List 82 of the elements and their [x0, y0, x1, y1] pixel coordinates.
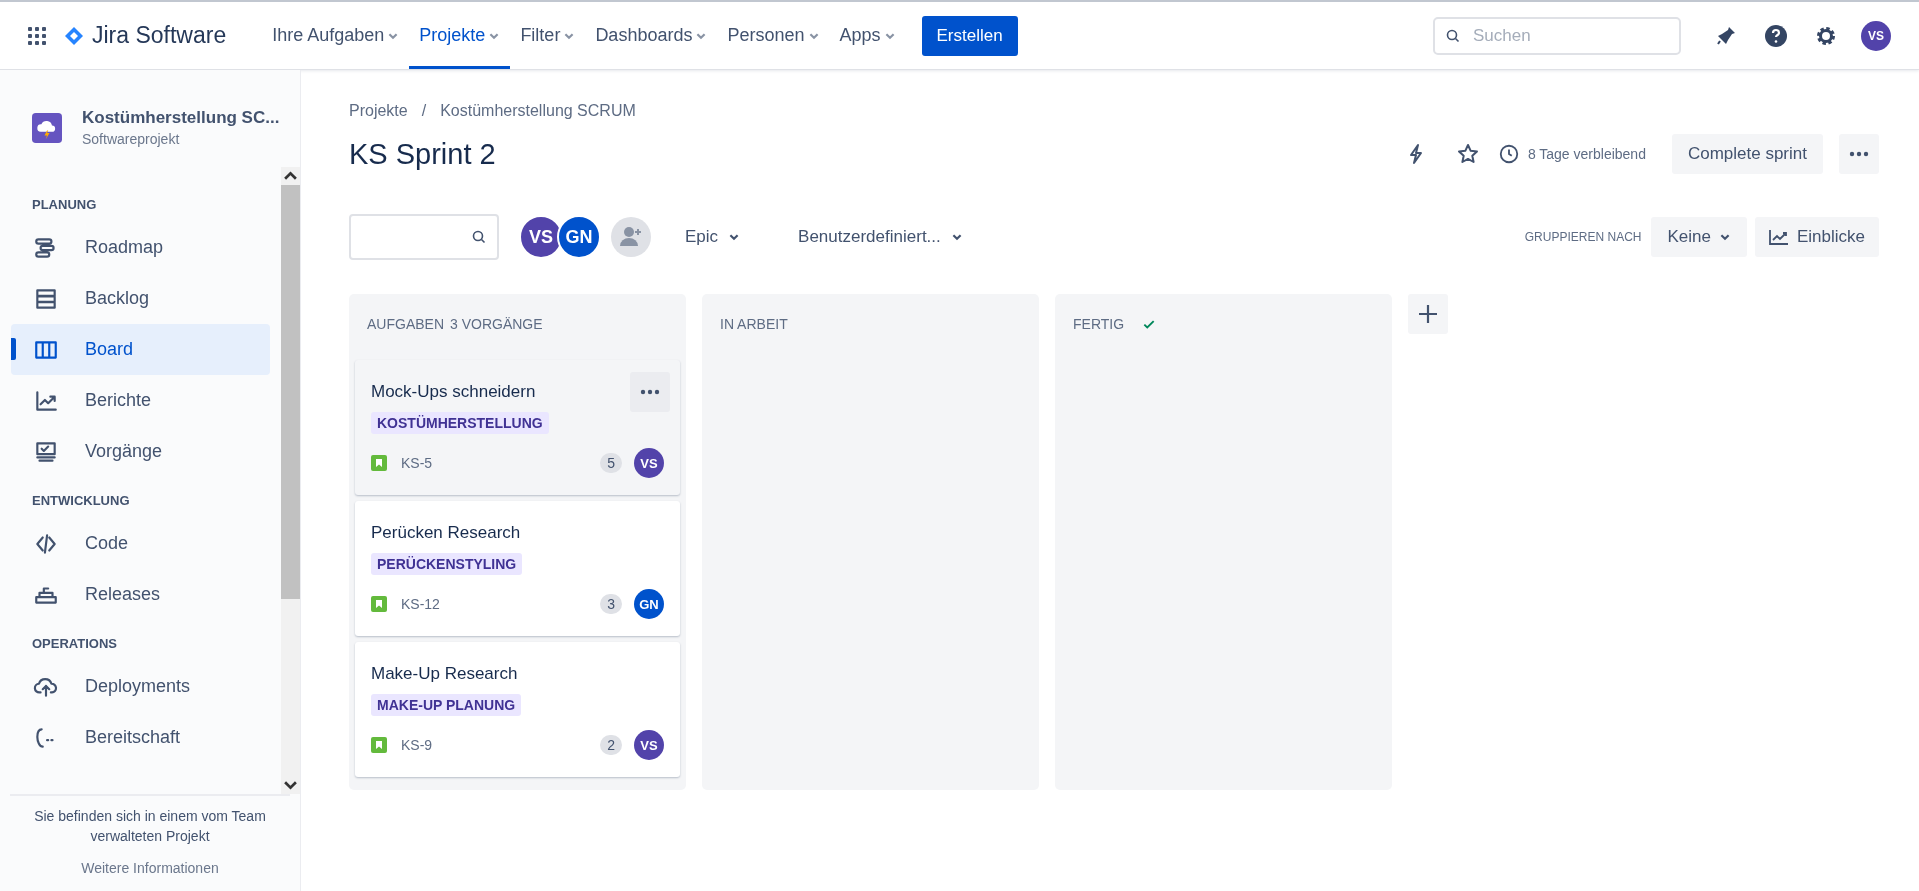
sidebar-item[interactable]: Releases [11, 569, 270, 620]
nav-menu-item[interactable]: Apps [829, 2, 906, 69]
more-info-link[interactable]: Weitere Informationen [81, 860, 219, 876]
board-search-field[interactable] [349, 214, 499, 260]
sidebar-item[interactable]: Roadmap [11, 222, 270, 273]
story-points: 5 [600, 453, 622, 473]
diamond-logo-icon[interactable] [64, 25, 84, 46]
sprint-title: KS Sprint 2 [349, 137, 496, 171]
group-by-dropdown[interactable]: Keine [1651, 217, 1747, 257]
epic-tag: MAKE-UP PLANUNG [371, 694, 522, 716]
clock-icon [1497, 143, 1520, 165]
search-field[interactable]: Suchen [1433, 16, 1681, 55]
add-person-icon[interactable] [611, 217, 651, 257]
issue-title: Make-Up Research [371, 664, 518, 684]
project-name[interactable]: Kostümherstellung SC... [82, 108, 280, 128]
ellipsis-icon [640, 389, 660, 395]
project-type: Softwareprojekt [82, 131, 181, 147]
bookmark-icon [371, 596, 387, 612]
bookmark-icon [371, 737, 387, 753]
sidebar-item[interactable]: Berichte [11, 375, 270, 426]
sidebar-item[interactable]: Board [11, 324, 270, 375]
epic-dropdown[interactable]: Epic [673, 219, 753, 255]
section-heading: ENTWICKLUNG [31, 492, 131, 510]
team-managed-note: Sie befinden sich in einem vom Team verwalteten Projekt [33, 807, 267, 846]
assignee-avatar[interactable]: GN [634, 589, 664, 619]
custom-filter-dropdown[interactable]: Benutzerdefiniert... [786, 219, 975, 255]
sidebar-item[interactable]: Code [11, 518, 270, 569]
insights-button[interactable]: Einblicke [1754, 217, 1879, 257]
issue-key[interactable]: KS-12 [401, 596, 440, 612]
breadcrumb-link[interactable]: Projekte [349, 102, 408, 120]
chart-icon [1768, 229, 1789, 245]
ellipsis-icon [1849, 151, 1869, 157]
group-by-label: GRUPPIEREN NACH [1524, 230, 1642, 244]
complete-sprint-button[interactable]: Complete sprint [1671, 134, 1823, 174]
assignee-avatar[interactable]: VS [634, 730, 664, 760]
nav-menu-item[interactable]: Dashboards [585, 2, 718, 69]
issue-card[interactable]: Perücken Research PERÜCKENSTYLING KS-12 3 GN [355, 501, 680, 636]
sidebar-item[interactable]: Backlog [11, 273, 270, 324]
nav-menu-item[interactable]: Ihre Aufgaben [262, 2, 410, 69]
app-switcher-icon[interactable] [28, 26, 46, 45]
assignee-avatar[interactable]: VS [634, 448, 664, 478]
column-title: IN ARBEIT [720, 316, 788, 332]
column-title: AUFGABEN [367, 316, 444, 332]
sidebar-item[interactable]: Deployments [11, 661, 270, 712]
issue-key[interactable]: KS-9 [401, 737, 433, 753]
issue-title: Mock-Ups schneidern [371, 382, 536, 402]
nav-menu-item[interactable]: Filter [510, 2, 586, 69]
plus-icon [1416, 302, 1440, 326]
issue-title: Perücken Research [371, 523, 521, 543]
search-icon [1445, 27, 1461, 44]
nav-menu-item[interactable]: Projekte [409, 2, 511, 69]
card-more-button[interactable] [630, 372, 670, 412]
issue-card[interactable]: Mock-Ups schneidern KOSTÜMHERSTELLUNG KS-5 5 VS [355, 360, 680, 495]
add-column-button[interactable] [1408, 294, 1448, 334]
nav-menu-item[interactable]: Personen [717, 2, 830, 69]
scrollbar-thumb[interactable] [281, 185, 300, 599]
issue-card[interactable]: Make-Up Research MAKE-UP PLANUNG KS-9 2 VS [355, 642, 680, 777]
issue-key[interactable]: KS-5 [401, 455, 433, 471]
star-icon[interactable] [1455, 142, 1480, 166]
epic-tag: PERÜCKENSTYLING [371, 553, 523, 575]
cloud-project-icon [32, 112, 62, 143]
section-heading: PLANUNG [31, 196, 98, 214]
create-button[interactable]: Erstellen [921, 15, 1018, 56]
assignee-filter-avatar[interactable]: GN [557, 215, 601, 259]
story-points: 2 [600, 735, 622, 755]
bookmark-icon [371, 455, 387, 471]
search-icon [471, 229, 487, 245]
column-title: FERTIG [1073, 316, 1125, 332]
story-points: 3 [600, 594, 622, 614]
breadcrumb-link[interactable]: Kostümherstellung SCRUM [440, 102, 636, 120]
sidebar-item[interactable]: Bereitschaft [11, 712, 270, 763]
section-heading: OPERATIONS [31, 635, 118, 653]
help-icon[interactable] [1764, 23, 1788, 48]
more-button[interactable] [1839, 134, 1879, 174]
user-avatar[interactable]: VS [1861, 20, 1891, 51]
product-name[interactable]: Jira Software [92, 22, 227, 49]
issue-count: 3 VORGÄNGE [450, 316, 543, 332]
time-remaining: 8 Tage verbleibend [1527, 146, 1646, 162]
sidebar-item[interactable]: Vorgänge [11, 426, 270, 477]
epic-tag: KOSTÜMHERSTELLUNG [371, 412, 549, 434]
scrollbar[interactable] [281, 167, 300, 794]
breadcrumb-separator: / [421, 102, 427, 120]
